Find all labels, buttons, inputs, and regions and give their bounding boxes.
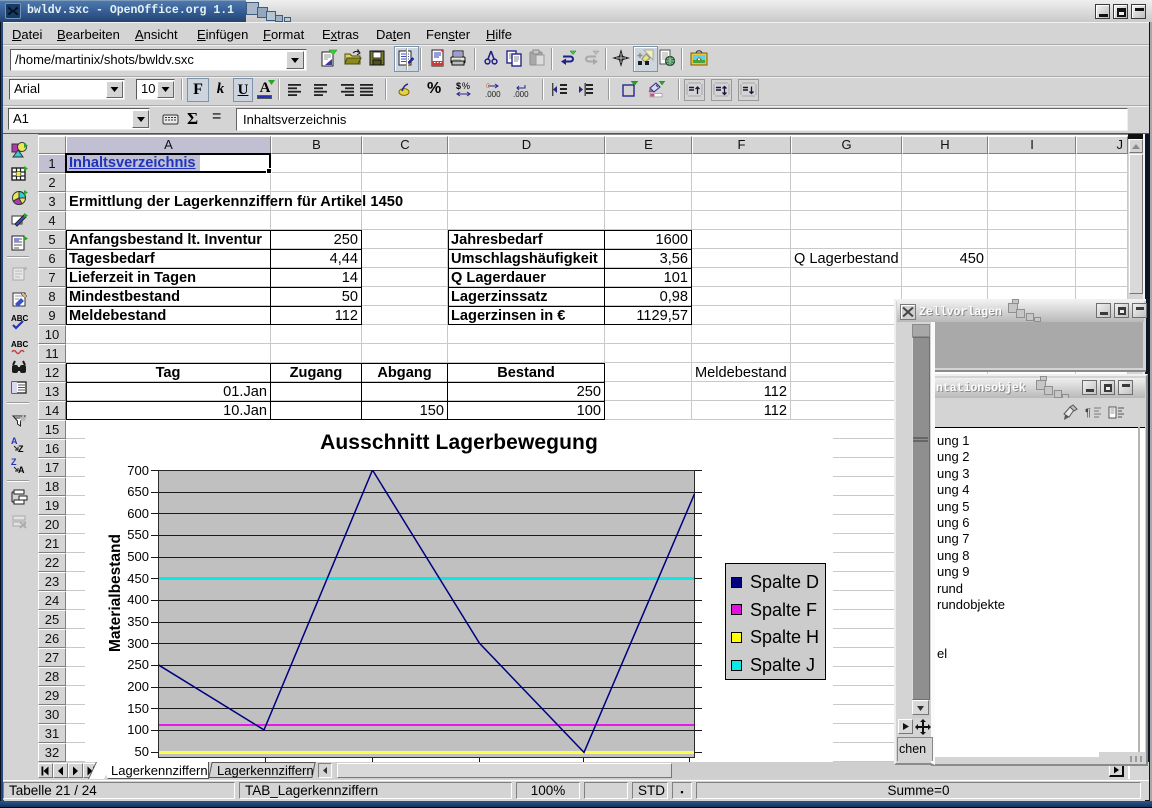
svg-text:ABC: ABC bbox=[11, 314, 29, 323]
svg-text:0: 0 bbox=[486, 83, 490, 90]
svg-text:ABC: ABC bbox=[11, 340, 29, 349]
svg-text:A: A bbox=[11, 436, 18, 446]
svg-text:A: A bbox=[18, 465, 25, 475]
svg-text:Z: Z bbox=[18, 444, 24, 454]
svg-text:.000: .000 bbox=[513, 90, 529, 99]
svg-text:Z: Z bbox=[11, 457, 17, 467]
svg-text:$: $ bbox=[456, 81, 461, 91]
svg-text:%: % bbox=[462, 81, 470, 91]
svg-text:.000: .000 bbox=[485, 90, 501, 99]
svg-text:¶: ¶ bbox=[1085, 407, 1091, 419]
